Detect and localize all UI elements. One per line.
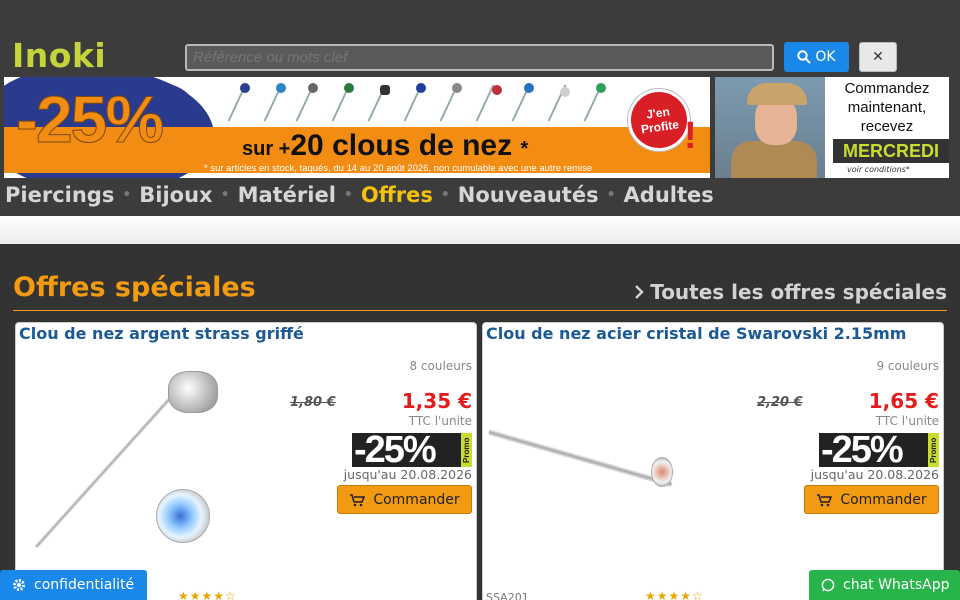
promo-price: 1,35 €: [401, 389, 472, 413]
header-divider: [0, 216, 960, 244]
delivery-man-cap: [747, 83, 807, 105]
gem-icon: [596, 83, 606, 93]
delivery-man-photo: [715, 77, 825, 178]
nav-separator: •: [440, 187, 450, 203]
rating-stars: ★★★★☆: [178, 589, 237, 600]
search-icon: [797, 50, 812, 64]
promo-price: 1,65 €: [868, 389, 939, 413]
nav-item-materiel[interactable]: Matériel: [238, 183, 336, 207]
site-logo[interactable]: Inoki: [12, 36, 106, 75]
search-button[interactable]: OK: [784, 42, 849, 72]
all-offers-label: Toutes les offres spéciales: [650, 280, 947, 304]
delivery-man-body: [731, 141, 817, 178]
gem-icon: [416, 83, 426, 93]
nav-item-piercings[interactable]: Piercings: [5, 183, 114, 207]
cart-icon: [350, 493, 366, 506]
delivery-note: voir conditions*: [847, 165, 910, 174]
gear-icon: [13, 579, 25, 591]
nav-separator: •: [343, 187, 353, 203]
promo-asterisk: *: [520, 138, 529, 160]
discount-value: -25%: [821, 429, 904, 471]
product-reference: SSA201: [486, 591, 529, 600]
price-unit: TTC l'unite: [408, 414, 472, 428]
gem-icon: [308, 83, 318, 93]
price-unit: TTC l'unite: [875, 414, 939, 428]
chevron-right-icon: [635, 285, 644, 299]
clear-search-button[interactable]: ✕: [859, 42, 897, 72]
order-button[interactable]: Commander: [337, 485, 472, 514]
promo-end-date: jusqu'au 20.08.2026: [343, 467, 472, 482]
delivery-day: MERCREDI: [833, 139, 949, 163]
gem-icon: [524, 83, 534, 93]
section-title: Offres spéciales: [13, 272, 256, 303]
section-divider: [13, 310, 947, 311]
discount-badge: -25% Promo: [819, 431, 939, 469]
rating-stars: ★★★★☆: [645, 589, 704, 600]
old-price: 2,20 €: [757, 395, 803, 410]
promo-discount: -25%: [15, 82, 164, 157]
close-icon: ✕: [872, 49, 884, 65]
privacy-label: confidentialité: [34, 577, 135, 593]
gem-icon: [344, 83, 354, 93]
product-image[interactable]: [483, 353, 753, 583]
special-offers-section: Offres spéciales Toutes les offres spéci…: [0, 244, 960, 600]
discount-badge: -25% Promo: [352, 431, 472, 469]
gem-icon: [240, 83, 250, 93]
whatsapp-icon: [821, 578, 835, 592]
search-button-label: OK: [815, 49, 836, 65]
heart-icon: [560, 87, 570, 97]
delivery-banner[interactable]: Commandez maintenant, recevez MERCREDI v…: [715, 77, 949, 178]
product-image[interactable]: [16, 353, 286, 583]
nav-item-nouveautes[interactable]: Nouveautés: [458, 183, 599, 207]
nav-item-bijoux[interactable]: Bijoux: [139, 183, 212, 207]
whatsapp-label: chat WhatsApp: [843, 577, 950, 593]
promo-banner[interactable]: -25% sur +20 clous de nez * * sur articl…: [4, 77, 710, 178]
nav-item-adultes[interactable]: Adultes: [624, 183, 714, 207]
old-price: 1,80 €: [290, 395, 336, 410]
nav-separator: •: [606, 187, 616, 203]
whatsapp-chat-button[interactable]: chat WhatsApp: [809, 570, 960, 600]
color-count: 8 couleurs: [409, 359, 472, 373]
privacy-button[interactable]: confidentialité: [0, 570, 147, 600]
leaf-icon: [380, 85, 390, 95]
promo-headline-prefix: sur +: [242, 138, 291, 160]
gem-icon: [492, 85, 502, 95]
promo-end-date: jusqu'au 20.08.2026: [810, 467, 939, 482]
order-button[interactable]: Commander: [804, 485, 939, 514]
all-offers-link[interactable]: Toutes les offres spéciales: [634, 280, 947, 304]
search-input[interactable]: [185, 44, 774, 71]
product-card[interactable]: Clou de nez acier cristal de Swarovski 2…: [482, 322, 944, 600]
color-count: 9 couleurs: [876, 359, 939, 373]
site-header: Inoki OK ✕ -25% sur +20 clous de ne: [0, 0, 960, 216]
gem-icon: [452, 83, 462, 93]
promo-headline-text: 20 clous de nez: [290, 129, 513, 162]
promo-tag: Promo: [928, 433, 939, 467]
order-button-label: Commander: [373, 491, 460, 508]
gem-icon: [276, 83, 286, 93]
product-card[interactable]: Clou de nez argent strass griffé 8 coule…: [15, 322, 477, 600]
discount-value: -25%: [354, 429, 437, 471]
delivery-text: Commandez maintenant, recevez: [844, 80, 930, 135]
order-button-label: Commander: [840, 491, 927, 508]
main-nav: Piercings • Bijoux • Matériel • Offres •…: [5, 183, 714, 207]
promo-fine-print: * sur articles en stock, taqués, du 14 a…: [204, 163, 593, 174]
promo-tag: Promo: [461, 433, 472, 467]
promo-headline: sur +20 clous de nez *: [242, 129, 528, 163]
nav-item-offres[interactable]: Offres: [361, 183, 433, 207]
exclamation-icon: !: [684, 115, 697, 157]
nav-separator: •: [122, 187, 132, 203]
product-title[interactable]: Clou de nez acier cristal de Swarovski 2…: [486, 324, 906, 343]
cart-icon: [817, 493, 833, 506]
nav-separator: •: [220, 187, 230, 203]
product-title[interactable]: Clou de nez argent strass griffé: [19, 324, 304, 343]
